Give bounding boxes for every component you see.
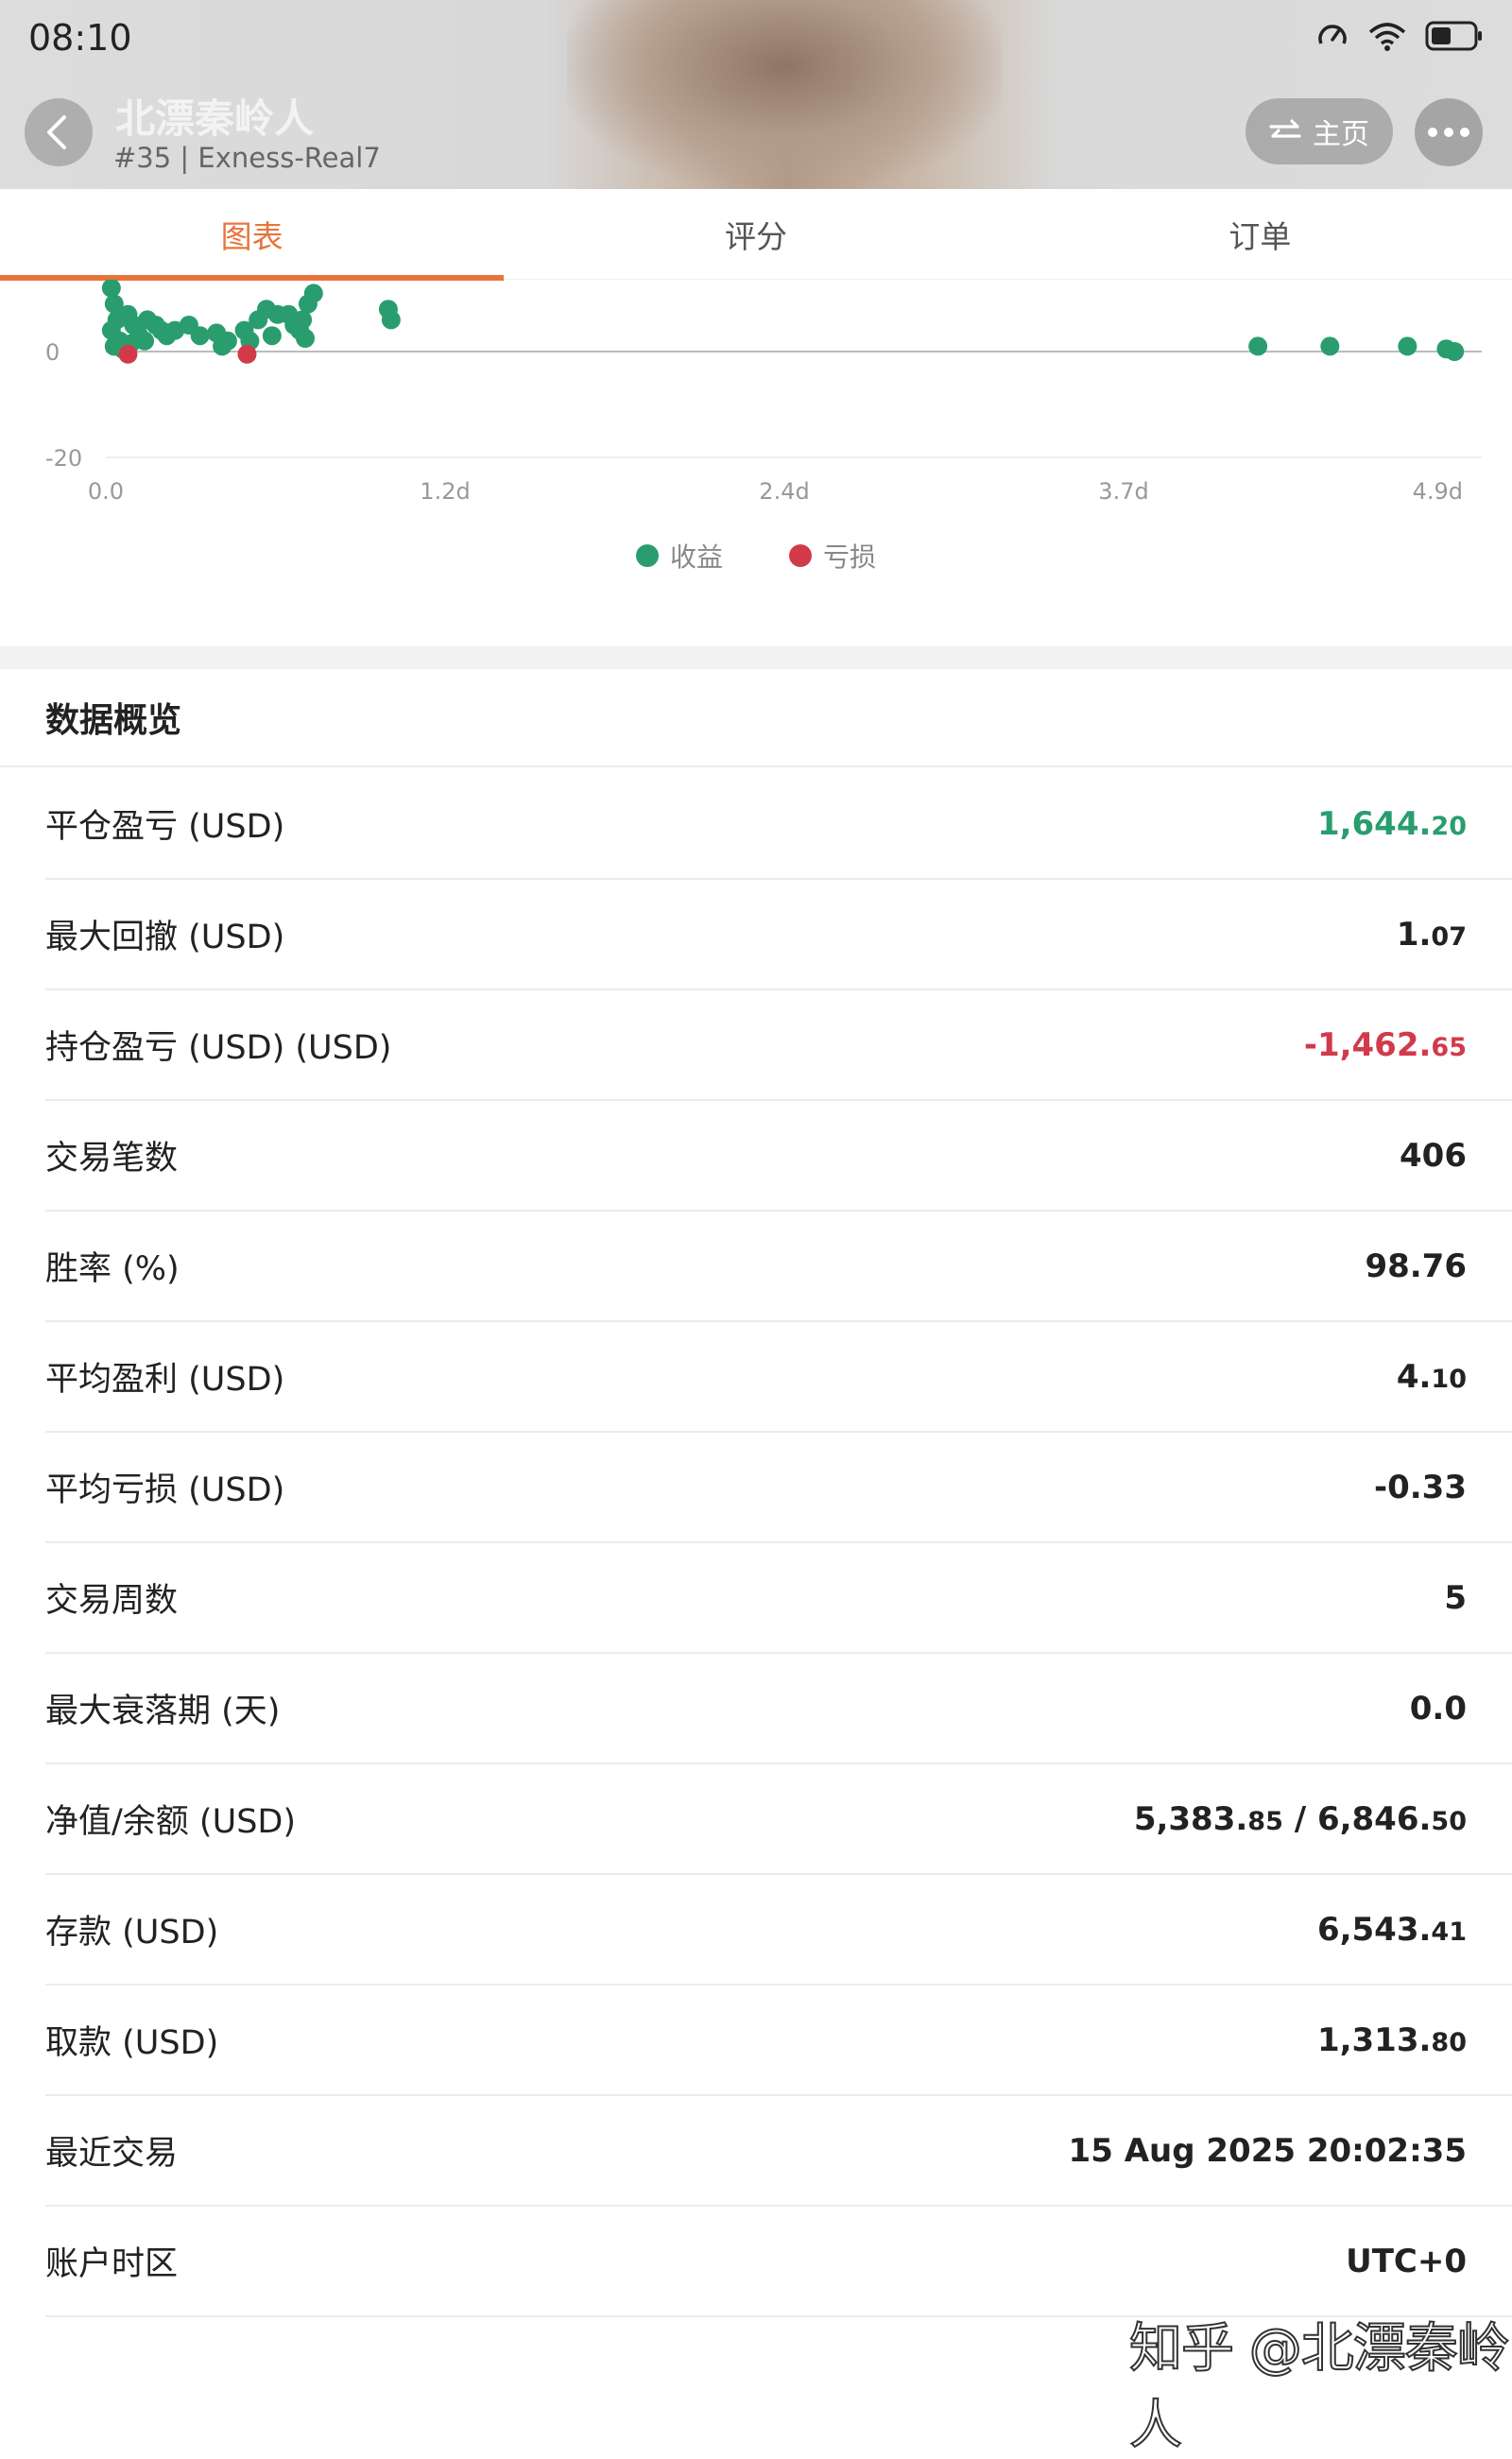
overview-row: 存款 (USD) 6,543.41 [45,1875,1512,1986]
legend-item-loss[interactable]: 亏损 [789,537,876,575]
overview-row: 交易周数 5 [45,1543,1512,1654]
overview-row-label: 持仓盈亏 (USD) (USD) [45,1029,392,1067]
overview-row-label: 最大回撤 (USD) [45,919,285,956]
tab-score[interactable]: 评分 [504,189,1007,279]
status-icons [1315,19,1484,53]
profit-point [1445,342,1465,361]
tab-chart[interactable]: 图表 [0,189,505,281]
legend-dot-loss [789,544,812,567]
battery-icon [1425,20,1484,52]
overview-row: 取款 (USD) 1,313.80 [45,1986,1512,2096]
overview-row: 净值/余额 (USD) 5,383.85 / 6,846.50 [45,1764,1512,1875]
profit-point [1398,336,1418,356]
profit-scatter-chart: 0 -20 0.0 1.2d 2.4d 3.7d 4.9d 收益 亏损 [0,280,1512,643]
account-subtitle: #35 | Exness-Real7 [113,142,381,174]
chevron-left-icon [47,115,66,149]
profile-header: 08:10 北漂秦岭人 #35 | Exness-Real7 主页 [0,0,1512,189]
profit-point [135,331,155,351]
chart-svg: 0 -200.0 1.2d 2.4d 3.7d 4.9d [45,280,1482,505]
speed-icon [1315,19,1349,53]
status-time: 08:10 [28,17,132,59]
x-tick-label: 4.9d [1413,478,1463,505]
x-tick-label: 3.7d [1098,478,1148,505]
legend-dot-profit [635,544,659,567]
overview-title: 数据概览 [0,669,1512,767]
overview-row: 交易笔数 406 [45,1101,1512,1212]
overview-row-label: 平均盈利 (USD) [45,1361,285,1399]
overview-row-label: 取款 (USD) [45,2024,219,2062]
y-tick-label: 0 [45,339,60,366]
back-button[interactable] [25,98,93,166]
profit-point [1248,336,1268,356]
overview-row-label: 净值/余额 (USD) [45,1803,297,1841]
tab-bar: 图表 评分 订单 [0,189,1512,281]
overview-row-label: 胜率 (%) [45,1250,180,1288]
overview-row-value: 4.10 [1396,1357,1467,1396]
x-tick-label: 0.0 [88,478,124,505]
more-dots-icon [1428,128,1437,137]
legend-item-profit[interactable]: 收益 [635,537,723,575]
overview-row-label: 平仓盈亏 (USD) [45,808,285,846]
overview-row-value: 5 [1444,1578,1467,1617]
overview-row-label: 交易周数 [45,1582,179,1620]
x-tick-label: 2.4d [759,478,809,505]
overview-row: 持仓盈亏 (USD) (USD) -1,462.65 [45,990,1512,1101]
legend-label-profit: 收益 [669,542,723,573]
overview-row: 最近交易 15 Aug 2025 20:02:35 [45,2096,1512,2207]
overview-row-value: 5,383.85 / 6,846.50 [1133,1799,1467,1838]
overview-row-value: 15 Aug 2025 20:02:35 [1068,2131,1467,2170]
x-tick-label: 1.2d [420,478,470,505]
section-divider [0,646,1512,669]
overview-row: 账户时区 UTC+0 [45,2207,1512,2317]
overview-row: 最大回撤 (USD) 1.07 [45,880,1512,990]
watermark: 知乎 @北漂秦岭人 [1128,2317,1511,2457]
overview-row: 平仓盈亏 (USD) 1,644.20 [45,769,1512,880]
overview-row: 胜率 (%) 98.76 [45,1212,1512,1322]
overview-row-value: 406 [1400,1136,1467,1175]
profit-point [381,310,401,330]
overview-row-value: 0.0 [1409,1689,1467,1728]
profit-point [190,326,210,346]
overview-list: 平仓盈亏 (USD) 1,644.20 最大回撤 (USD) 1.07 持仓盈亏 (US… [45,769,1512,2317]
profit-point [262,326,282,346]
overview-row-value: 6,543.41 [1316,1910,1467,1949]
swap-icon [1269,119,1301,138]
overview-row-value: -1,462.65 [1303,1025,1467,1064]
overview-row-value: 1,313.80 [1316,2021,1467,2059]
loss-point [118,344,138,364]
overview-row-value: 1.07 [1396,915,1467,954]
overview-row-label: 平均亏损 (USD) [45,1471,285,1509]
overview-row: 平均亏损 (USD) -0.33 [45,1433,1512,1543]
overview-row-label: 交易笔数 [45,1140,179,1178]
legend-label-loss: 亏损 [823,542,877,573]
profit-point [1320,336,1340,356]
overview-row-label: 最大衰落期 (天) [45,1693,281,1730]
blurred-avatar-background [567,0,1002,189]
overview-row-value: -0.33 [1374,1468,1467,1506]
overview-row: 平均盈利 (USD) 4.10 [45,1322,1512,1433]
page-title: 北漂秦岭人 [115,95,315,142]
profit-point [303,284,323,303]
overview-row-label: 存款 (USD) [45,1914,219,1952]
overview-row-value: 98.76 [1365,1247,1467,1285]
y-tick-label: -20 [45,445,82,472]
overview-row-label: 账户时区 [45,2245,179,2283]
overview-row-value: 1,644.20 [1316,804,1467,843]
loss-point [237,344,257,364]
overview-row-value: UTC+0 [1346,2242,1467,2280]
profit-point [213,336,232,356]
home-button-label: 主页 [1313,118,1369,151]
chart-legend: 收益 亏损 [0,537,1512,575]
wifi-icon [1366,19,1408,53]
overview-row-label: 最近交易 [45,2135,179,2173]
tab-orders[interactable]: 订单 [1008,189,1512,279]
profit-point [101,280,121,298]
overview-row: 最大衰落期 (天) 0.0 [45,1654,1512,1764]
more-button[interactable] [1415,98,1483,166]
home-button[interactable]: 主页 [1246,98,1393,164]
